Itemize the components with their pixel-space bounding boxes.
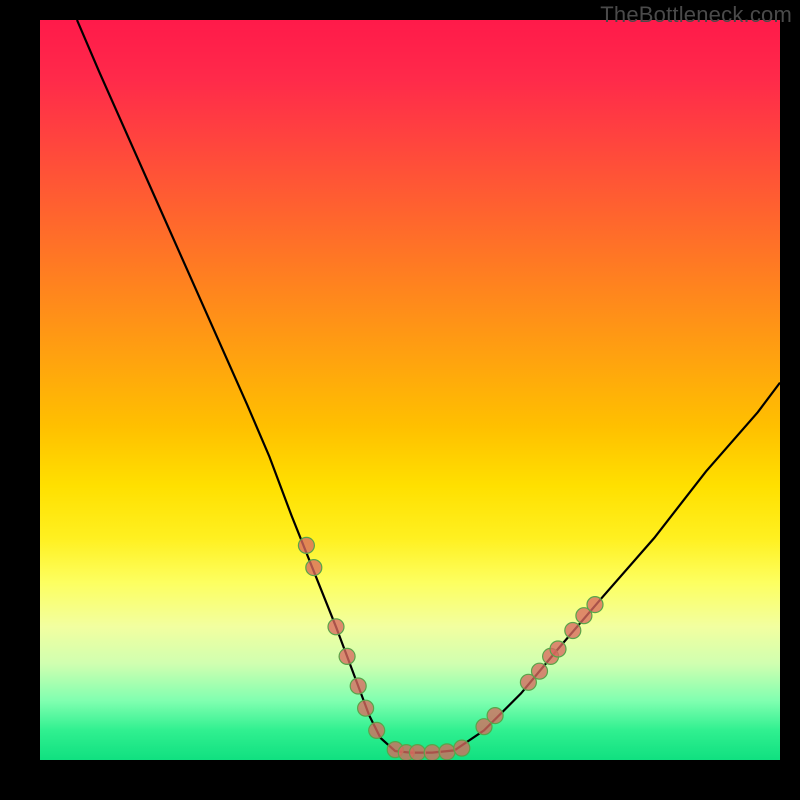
data-marker bbox=[358, 700, 374, 716]
data-marker bbox=[487, 708, 503, 724]
data-marker bbox=[350, 678, 366, 694]
data-marker bbox=[587, 597, 603, 613]
chart-frame: TheBottleneck.com bbox=[0, 0, 800, 800]
marker-group bbox=[298, 537, 603, 760]
data-marker bbox=[339, 648, 355, 664]
bottleneck-curve bbox=[77, 20, 780, 753]
data-marker bbox=[298, 537, 314, 553]
data-marker bbox=[565, 623, 581, 639]
watermark-text: TheBottleneck.com bbox=[600, 2, 792, 28]
data-marker bbox=[532, 663, 548, 679]
data-marker bbox=[409, 745, 425, 760]
data-marker bbox=[306, 560, 322, 576]
data-marker bbox=[328, 619, 344, 635]
data-marker bbox=[439, 744, 455, 760]
data-marker bbox=[454, 740, 470, 756]
chart-overlay bbox=[40, 20, 780, 760]
data-marker bbox=[369, 722, 385, 738]
data-marker bbox=[424, 745, 440, 760]
data-marker bbox=[550, 641, 566, 657]
